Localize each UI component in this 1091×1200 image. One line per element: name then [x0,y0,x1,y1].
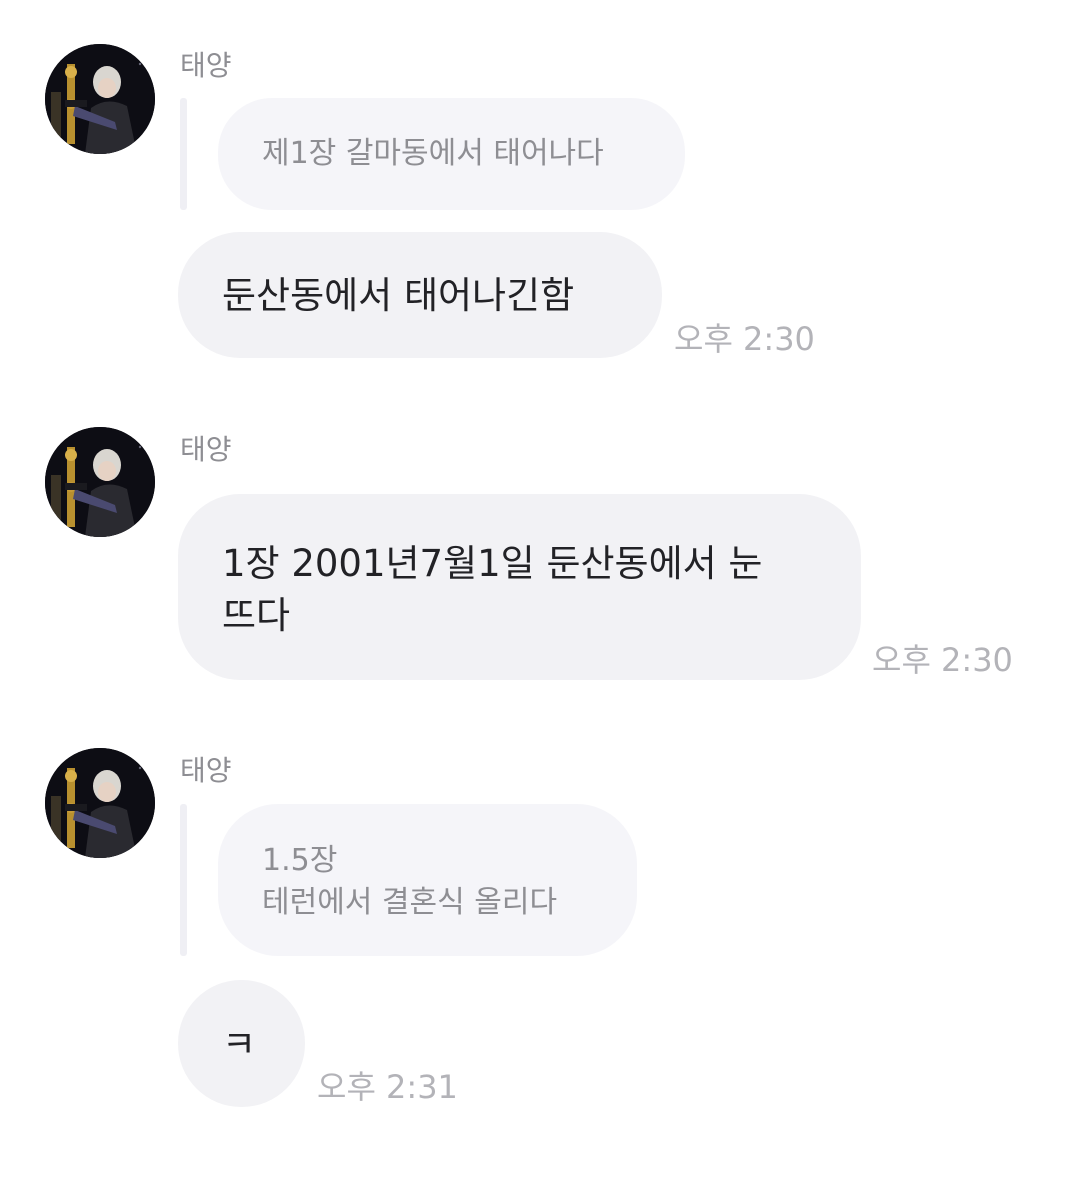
sender-avatar[interactable] [45,748,155,858]
message-bubble[interactable]: ㅋ [178,980,305,1107]
sender-name: 태양 [180,754,232,787]
sender-name: 태양 [180,49,232,82]
reply-quote-bar [180,98,187,210]
message-timestamp: 오후 2:30 [674,320,815,358]
reply-quote-text: 1.5장 [262,843,338,878]
reply-quote-text: 테런에서 결혼식 올리다 [262,885,558,920]
avatar-icon [45,44,155,154]
reply-quote-text: 제1장 갈마동에서 태어나다 [262,136,604,171]
reply-quote-bar [180,804,187,956]
message-bubble[interactable]: 둔산동에서 태어나긴함 [178,232,662,358]
message-timestamp: 오후 2:30 [872,641,1013,679]
sender-name: 태양 [180,433,232,466]
sender-avatar[interactable] [45,427,155,537]
avatar-icon [45,748,155,858]
message-text-line: 뜨다 [222,594,291,637]
message-text: ㅋ [222,1023,257,1066]
sender-avatar[interactable] [45,44,155,154]
message-text: 둔산동에서 태어나긴함 [222,274,575,317]
message-timestamp: 오후 2:31 [317,1068,458,1106]
message-text-line: 1장 2001년7월1일 둔산동에서 눈 [222,542,763,585]
message-bubble[interactable]: 1장 2001년7월1일 둔산동에서 눈 뜨다 [178,494,861,680]
reply-quote[interactable]: 1.5장 테런에서 결혼식 올리다 [218,804,637,956]
avatar-icon [45,427,155,537]
reply-quote[interactable]: 제1장 갈마동에서 태어나다 [218,98,685,210]
